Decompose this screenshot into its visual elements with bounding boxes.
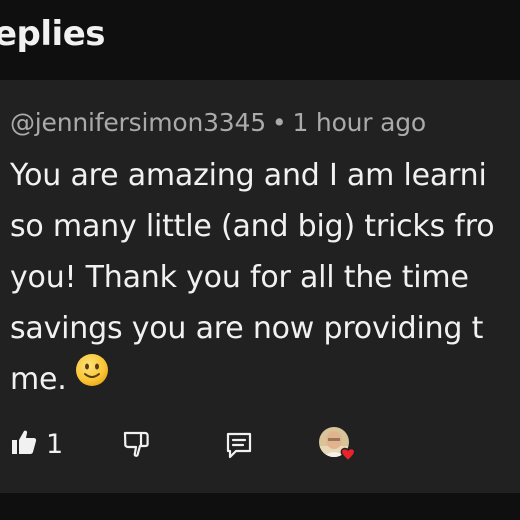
comment-line: you! Thank you for all the time (10, 260, 469, 295)
meta-separator: • (271, 108, 287, 137)
like-count: 1 (46, 428, 64, 460)
comment-icon[interactable] (224, 430, 254, 464)
comment-meta: @jennifersimon3345 • 1 hour ago (10, 108, 426, 137)
comment-card: @jennifersimon3345 • 1 hour ago You are am… (0, 80, 520, 493)
creator-heart-avatar-icon[interactable] (318, 426, 360, 466)
comment-line: savings you are now providing t (10, 311, 484, 346)
bottom-bar (0, 493, 520, 520)
slightly-smiling-face-emoji-icon (75, 352, 109, 403)
reply-action[interactable] (224, 430, 254, 464)
thumbs-up-icon[interactable] (10, 428, 38, 460)
comment-line: You are amazing and I am learni (10, 158, 487, 193)
comment-last-line: me. (10, 354, 520, 405)
header-title: eplies (0, 14, 106, 54)
comment-author[interactable]: @jennifersimon3345 (10, 108, 266, 137)
comment-timestamp: 1 hour ago (292, 108, 427, 137)
replies-screen: eplies @jennifersimon3345 • 1 hour ago You… (0, 0, 520, 520)
comment-actions: 1 (0, 420, 520, 470)
dislike-action[interactable] (122, 430, 150, 462)
thumbs-down-icon[interactable] (122, 430, 150, 462)
replies-header: eplies (0, 0, 520, 80)
comment-text: You are amazing and I am learni so many … (10, 150, 520, 405)
comment-line: so many little (and big) tricks fro (10, 209, 495, 244)
comment-line: me. (10, 362, 67, 397)
like-action[interactable]: 1 (10, 428, 63, 460)
